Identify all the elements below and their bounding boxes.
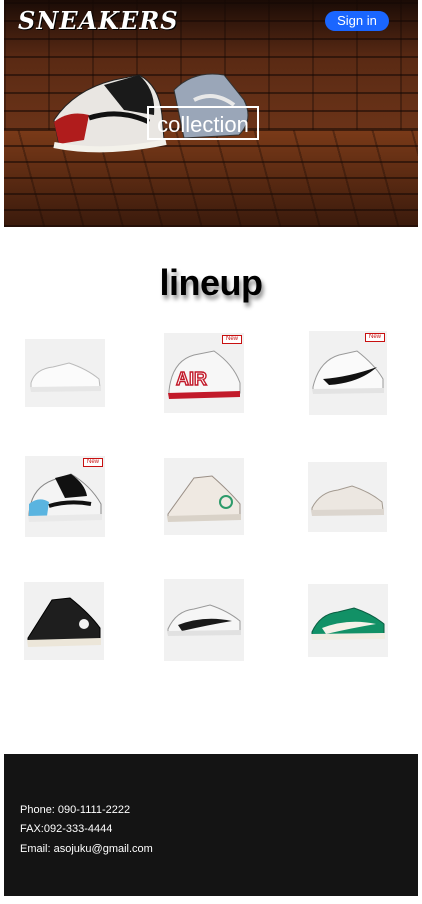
svg-text:AIR: AIR — [176, 369, 207, 389]
brand-logo[interactable]: SNEAKERS — [18, 6, 179, 35]
product-card[interactable] — [164, 458, 244, 535]
black-high-top-sneaker-image — [27, 597, 101, 647]
product-card[interactable] — [24, 582, 104, 660]
new-badge: New — [221, 335, 242, 344]
collection-button[interactable]: collection — [147, 106, 259, 140]
footer: Phone: 090-1111-2222 FAX:092-333-4444 Em… — [4, 754, 418, 896]
jordan-blue-black-sneaker-image — [28, 473, 102, 522]
footer-fax: FAX:092-333-4444 — [20, 823, 113, 835]
air-uptempo-sneaker-image: AIR — [168, 350, 241, 399]
product-card[interactable] — [164, 579, 244, 661]
product-card[interactable] — [25, 339, 105, 407]
product-card[interactable] — [308, 462, 387, 532]
white-high-sneaker-black-swoosh-image — [312, 350, 384, 394]
lineup-heading: lineup — [159, 262, 264, 303]
white-low-sneaker-image — [30, 362, 101, 392]
page: SNEAKERS Sign in collection lineup AIR N… — [4, 0, 418, 896]
product-card[interactable]: AIR New — [164, 333, 244, 413]
product-card[interactable]: New — [309, 331, 387, 415]
footer-phone: Phone: 090-1111-2222 — [20, 804, 131, 816]
product-card[interactable]: New — [25, 456, 105, 537]
white-black-low-sneaker-image — [167, 604, 241, 636]
new-badge: New — [364, 333, 385, 342]
canvas-high-top-sneaker-image — [167, 475, 241, 522]
hero-banner: SNEAKERS Sign in collection — [4, 0, 418, 227]
product-card[interactable] — [308, 584, 388, 657]
sign-in-button[interactable]: Sign in — [325, 11, 389, 31]
footer-email: Email: asojuku@gmail.com — [20, 843, 153, 855]
green-white-low-sneaker-image — [311, 607, 385, 640]
new-badge: New — [82, 458, 103, 467]
canvas-low-sneaker-image — [311, 485, 384, 516]
